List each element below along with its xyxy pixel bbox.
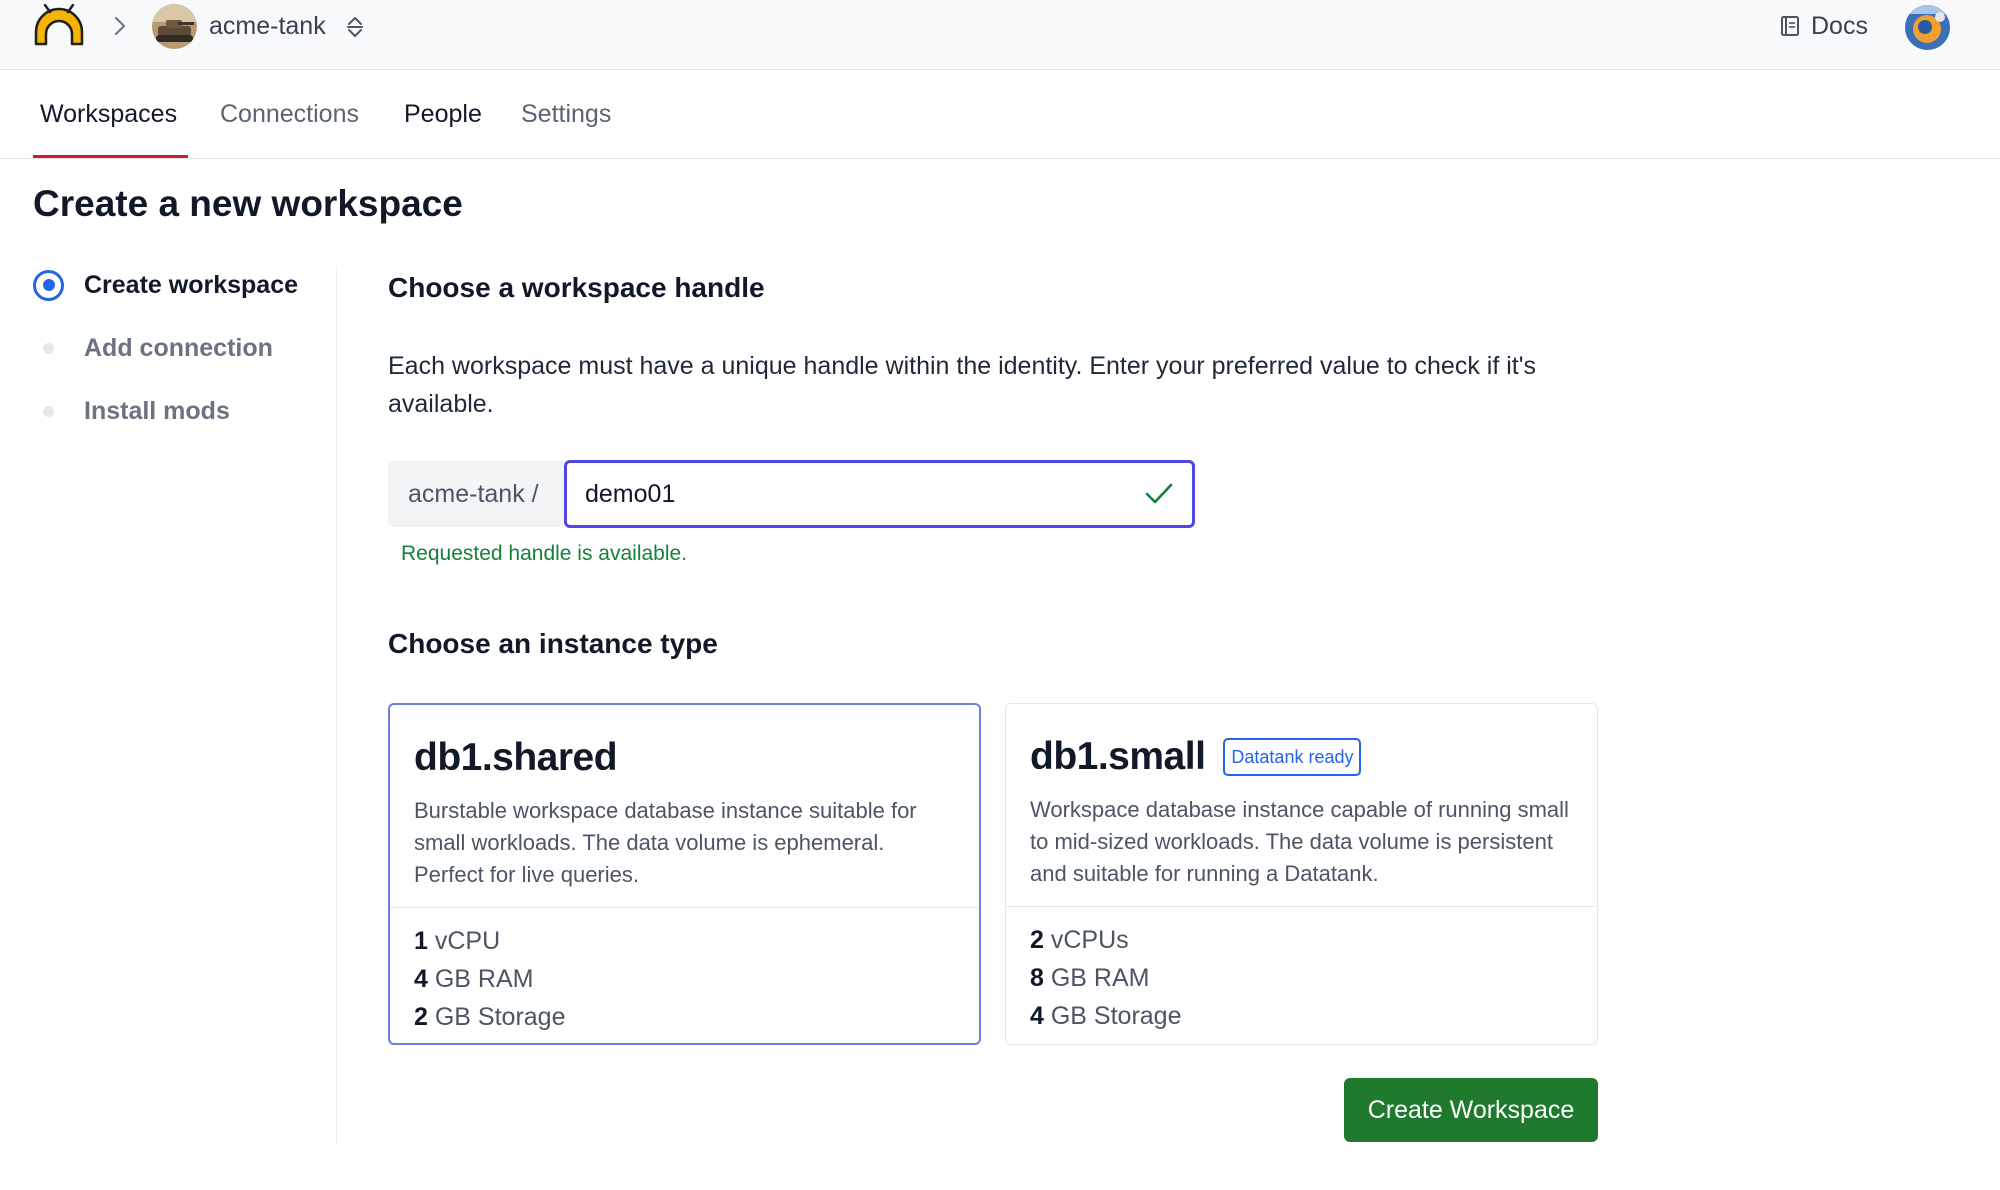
- handle-field-group: acme-tank /: [388, 460, 1195, 528]
- card-header: db1.shared Burstable workspace database …: [390, 705, 979, 908]
- instance-description: Burstable workspace database instance su…: [414, 798, 917, 887]
- instance-description: Workspace database instance capable of r…: [1030, 797, 1569, 886]
- top-bar: acme-tank Docs: [0, 0, 2000, 70]
- spec-value: 1: [414, 927, 428, 955]
- org-avatar[interactable]: [152, 4, 197, 49]
- step-install-mods: Install mods: [33, 391, 230, 431]
- instance-specs: 1 vCPU 4 GB RAM 2 GB Storage: [390, 908, 979, 1036]
- spec-value: 4: [414, 965, 428, 993]
- spec-cpu: 1 vCPU: [414, 922, 955, 960]
- spec-unit: GB RAM: [434, 965, 534, 993]
- spec-value: 4: [1030, 1002, 1044, 1030]
- tab-settings[interactable]: Settings: [521, 70, 611, 159]
- step-label: Add connection: [84, 333, 273, 362]
- main-tabs: Workspaces Connections People Settings: [0, 70, 2000, 159]
- check-icon: [1145, 483, 1173, 504]
- book-icon: [1781, 16, 1799, 36]
- switch-org-icon[interactable]: [345, 14, 365, 40]
- logo-icon[interactable]: [32, 4, 86, 46]
- spec-value: 2: [1030, 926, 1044, 954]
- handle-input-wrapper: [564, 460, 1195, 528]
- chevron-right-icon: [115, 17, 125, 35]
- spec-unit: GB RAM: [1050, 964, 1150, 992]
- step-create-workspace[interactable]: Create workspace: [33, 265, 298, 305]
- instance-name: db1.small: [1030, 735, 1206, 778]
- steps-divider: [336, 266, 337, 1144]
- step-label: Install mods: [84, 396, 230, 425]
- spec-value: 8: [1030, 964, 1044, 992]
- docs-label: Docs: [1811, 11, 1868, 40]
- handle-description: Each workspace must have a unique handle…: [388, 352, 1536, 418]
- spec-unit: vCPUs: [1050, 926, 1129, 954]
- step-pending-icon: [33, 396, 64, 427]
- handle-prefix: acme-tank /: [388, 461, 564, 527]
- step-current-icon: [33, 269, 64, 301]
- datatank-ready-badge: Datatank ready: [1223, 738, 1362, 776]
- create-workspace-button[interactable]: Create Workspace: [1344, 1078, 1598, 1142]
- spec-value: 2: [414, 1003, 428, 1031]
- handle-input[interactable]: [567, 463, 1192, 525]
- instance-name: db1.shared: [414, 736, 618, 779]
- spec-unit: GB Storage: [1050, 1002, 1182, 1030]
- spec-storage: 4 GB Storage: [1030, 997, 1573, 1035]
- instance-specs: 2 vCPUs 8 GB RAM 4 GB Storage: [1006, 907, 1597, 1035]
- user-avatar[interactable]: [1905, 5, 1950, 50]
- tab-connections[interactable]: Connections: [220, 70, 359, 159]
- spec-storage: 2 GB Storage: [414, 998, 955, 1036]
- page-title: Create a new workspace: [33, 183, 463, 224]
- step-add-connection: Add connection: [33, 328, 273, 368]
- spec-unit: vCPU: [434, 927, 501, 955]
- instance-card-db1-shared[interactable]: db1.shared Burstable workspace database …: [388, 703, 981, 1045]
- instance-card-db1-small[interactable]: db1.small Datatank ready Workspace datab…: [1005, 703, 1598, 1045]
- org-name[interactable]: acme-tank: [209, 9, 326, 43]
- spec-cpu: 2 vCPUs: [1030, 921, 1573, 959]
- docs-link[interactable]: Docs: [1779, 8, 1868, 44]
- handle-heading: Choose a workspace handle: [388, 272, 765, 303]
- step-label: Create workspace: [84, 270, 299, 299]
- spec-unit: GB Storage: [434, 1003, 566, 1031]
- card-title-row: db1.small Datatank ready: [1030, 732, 1573, 782]
- card-title-row: db1.shared: [414, 733, 955, 783]
- spec-ram: 8 GB RAM: [1030, 959, 1573, 997]
- card-header: db1.small Datatank ready Workspace datab…: [1006, 704, 1597, 907]
- handle-status-message: Requested handle is available.: [401, 542, 688, 565]
- instance-heading: Choose an instance type: [388, 628, 718, 659]
- tab-workspaces[interactable]: Workspaces: [40, 70, 177, 159]
- tab-people[interactable]: People: [404, 70, 482, 159]
- spec-ram: 4 GB RAM: [414, 960, 955, 998]
- active-tab-indicator: [33, 155, 188, 158]
- step-pending-icon: [33, 333, 64, 364]
